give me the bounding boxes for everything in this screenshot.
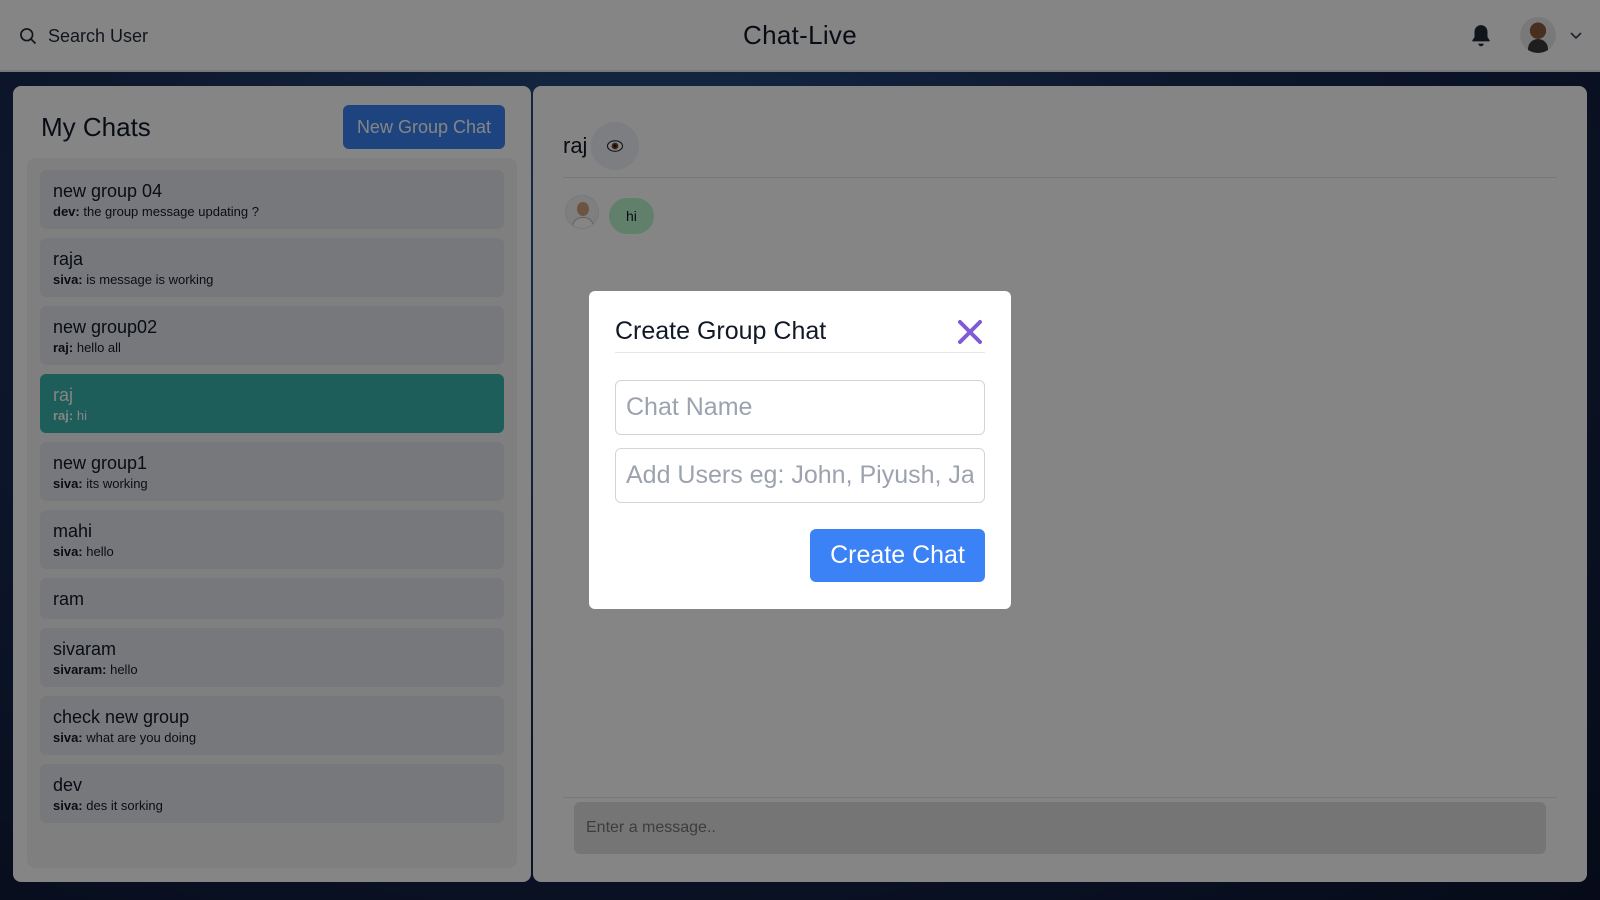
modal-title: Create Group Chat [615, 317, 827, 345]
modal-header: Create Group Chat [615, 311, 985, 353]
add-users-input[interactable] [615, 448, 985, 503]
create-chat-button[interactable]: Create Chat [810, 529, 985, 582]
close-icon[interactable] [955, 317, 985, 347]
create-group-chat-modal: Create Group Chat Create Chat [589, 291, 1011, 609]
chat-name-input[interactable] [615, 380, 985, 435]
